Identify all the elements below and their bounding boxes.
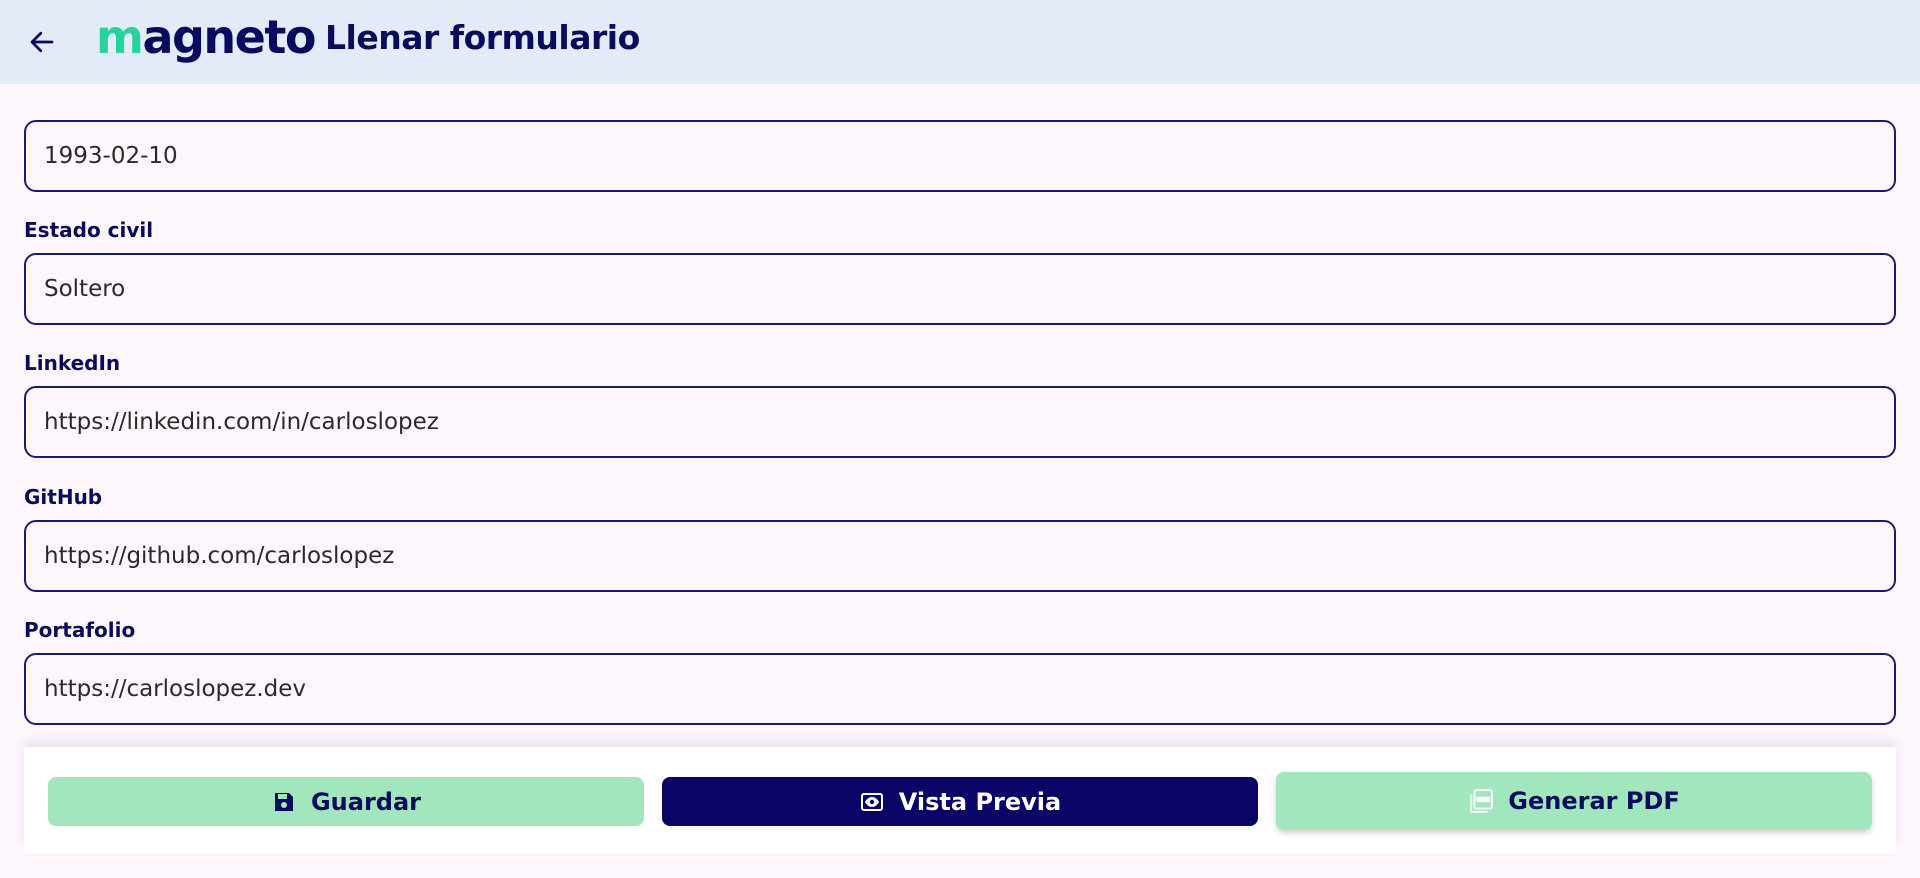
generate-pdf-button[interactable]: Generar PDF bbox=[1276, 772, 1872, 830]
github-field[interactable]: https://github.com/carloslopez bbox=[24, 520, 1896, 592]
floppy-disk-icon bbox=[271, 789, 297, 815]
birth-date-field[interactable]: 1993-02-10 bbox=[24, 120, 1896, 192]
preview-button-label: Vista Previa bbox=[898, 787, 1062, 816]
marital-status-label: Estado civil bbox=[24, 218, 154, 242]
logo-text: agneto bbox=[142, 10, 316, 64]
save-button[interactable]: Guardar bbox=[48, 777, 644, 826]
back-button[interactable] bbox=[24, 24, 60, 60]
magneto-logo[interactable]: m agneto bbox=[96, 4, 316, 70]
arrow-left-icon bbox=[30, 31, 54, 53]
preview-button[interactable]: Vista Previa bbox=[662, 777, 1258, 826]
save-button-label: Guardar bbox=[310, 787, 422, 816]
logo-accent-letter: m bbox=[96, 10, 144, 64]
github-label: GitHub bbox=[24, 485, 103, 509]
page-title: Llenar formulario bbox=[325, 18, 640, 57]
portfolio-field[interactable]: https://carloslopez.dev bbox=[24, 653, 1896, 725]
linkedin-field[interactable]: https://linkedin.com/in/carloslopez bbox=[24, 386, 1896, 458]
app-header: m agneto Llenar formulario bbox=[0, 0, 1920, 84]
linkedin-label: LinkedIn bbox=[24, 351, 121, 375]
generate-pdf-label: Generar PDF bbox=[1508, 787, 1680, 815]
action-bar: Guardar Vista Previa Generar PDF bbox=[24, 747, 1896, 853]
marital-status-field[interactable]: Soltero bbox=[24, 253, 1896, 325]
pdf-icon bbox=[1468, 788, 1494, 814]
eye-icon bbox=[859, 789, 885, 815]
portfolio-label: Portafolio bbox=[24, 618, 136, 642]
